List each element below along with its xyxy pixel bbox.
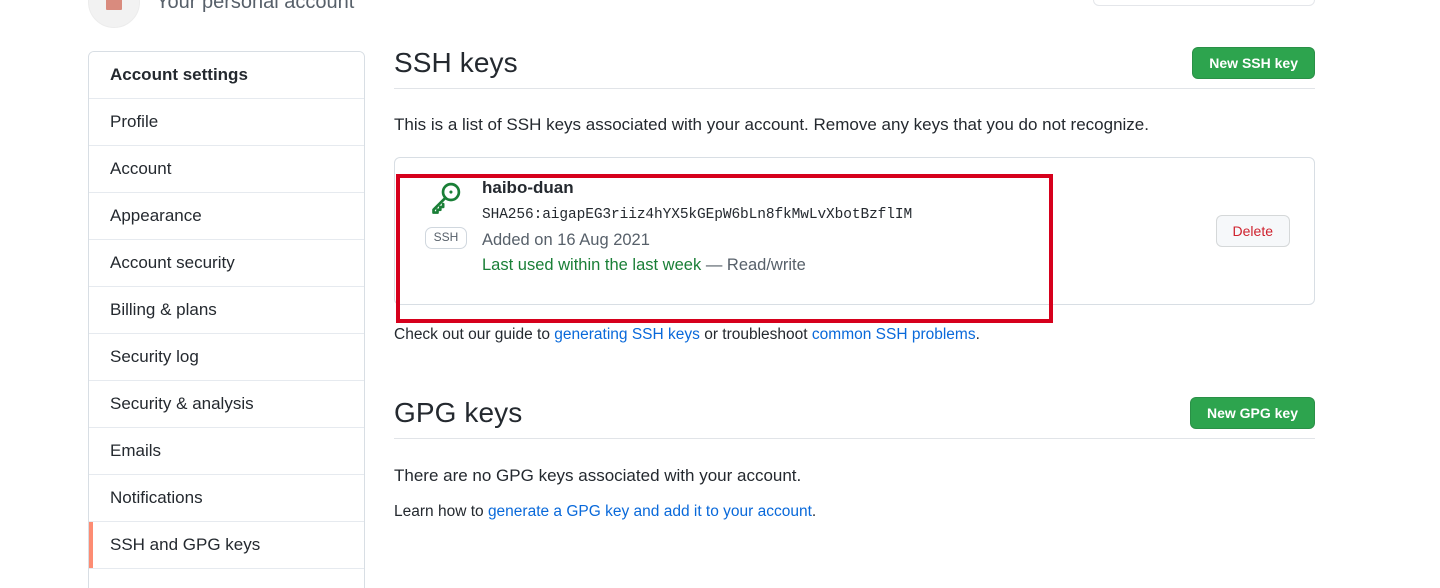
avatar-mark-icon (106, 0, 122, 10)
settings-sidebar: Account settings Profile Account Appearance… (88, 51, 365, 588)
new-ssh-key-button[interactable]: New SSH key (1192, 47, 1315, 79)
ssh-key-type-badge: SSH (424, 227, 468, 249)
sidebar-item-label: Profile (110, 112, 159, 131)
sidebar-item-security-analysis[interactable]: Security & analysis (89, 381, 364, 428)
sidebar-item-appearance[interactable]: Appearance (89, 193, 364, 240)
ssh-guide-prefix: Check out our guide to (394, 326, 555, 343)
generate-gpg-key-link[interactable]: generate a GPG key and add it to your ac… (488, 503, 812, 520)
ssh-guide-line: Check out our guide to generating SSH ke… (394, 326, 1315, 344)
ssh-key-title: haibo-duan (482, 178, 574, 197)
settings-page: Your personal account Account settings Pr… (0, 0, 1440, 588)
top-right-control[interactable] (1093, 0, 1315, 6)
sidebar-item-label: SSH and GPG keys (110, 535, 261, 554)
account-header: Your personal account (88, 0, 354, 28)
ssh-key-last-used-text: Last used within the last week (482, 255, 702, 274)
ssh-guide-suffix: . (975, 326, 980, 343)
ssh-keys-description: This is a list of SSH keys associated wi… (394, 115, 1149, 134)
user-avatar[interactable] (88, 0, 140, 28)
sidebar-item-account-settings: Account settings (89, 52, 364, 99)
gpg-keys-title: GPG keys (394, 397, 523, 428)
main-content: SSH keys New SSH key This is a list of S… (394, 47, 1315, 537)
sidebar-item-label: Security & analysis (110, 394, 254, 413)
ssh-guide-middle: or troubleshoot (699, 326, 812, 343)
gpg-empty-message: There are no GPG keys associated with yo… (394, 466, 802, 485)
sidebar-item-account[interactable]: Account (89, 146, 364, 193)
sidebar-item-emails[interactable]: Emails (89, 428, 364, 475)
ssh-key-card: SSH haibo-duan SHA256:aigapEG3riiz4hYX5k… (394, 157, 1315, 305)
sidebar-item-profile[interactable]: Profile (89, 99, 364, 146)
common-ssh-problems-link[interactable]: common SSH problems (812, 326, 976, 343)
account-subtitle: Your personal account (156, 0, 355, 13)
sidebar-item-account-security[interactable]: Account security (89, 240, 364, 287)
ssh-key-icon-group: SSH (415, 176, 477, 249)
sidebar-item-label: Security log (110, 347, 199, 366)
sidebar-item-billing-plans[interactable]: Billing & plans (89, 287, 364, 334)
gpg-keys-section-header: GPG keys New GPG key (394, 397, 1315, 439)
gpg-learn-suffix: . (811, 503, 817, 520)
ssh-key-added-date: Added on 16 Aug 2021 (482, 230, 650, 249)
key-icon (429, 180, 463, 219)
ssh-key-access-level: — Read/write (705, 255, 806, 274)
sidebar-item-label: Billing & plans (110, 300, 217, 319)
gpg-learn-prefix: Learn how to (394, 503, 488, 520)
sidebar-item-label: Account (110, 159, 172, 178)
sidebar-item-label: Emails (110, 441, 162, 460)
ssh-keys-title: SSH keys (394, 47, 518, 78)
sidebar-item-label: Account settings (110, 65, 248, 84)
sidebar-item-label: Notifications (110, 488, 203, 507)
ssh-key-details: haibo-duan SHA256:aigapEG3riiz4hYX5kGEpW… (477, 176, 1216, 275)
sidebar-item-ssh-and-gpg-keys[interactable]: SSH and GPG keys (89, 522, 364, 569)
ssh-key-fingerprint: SHA256:aigapEG3riiz4hYX5kGEpW6bLn8fkMwLv… (482, 206, 913, 223)
gpg-keys-section: GPG keys New GPG key There are no GPG ke… (394, 397, 1315, 521)
gpg-learn-line: Learn how to generate a GPG key and add … (394, 503, 1315, 521)
sidebar-item-security-log[interactable]: Security log (89, 334, 364, 381)
sidebar-item-notifications[interactable]: Notifications (89, 475, 364, 522)
sidebar-item-partial[interactable] (89, 569, 364, 588)
sidebar-item-label: Account security (110, 253, 235, 272)
ssh-keys-section-header: SSH keys New SSH key (394, 47, 1315, 89)
sidebar-item-label: Appearance (110, 206, 202, 225)
new-gpg-key-button[interactable]: New GPG key (1189, 397, 1315, 429)
generating-ssh-keys-link[interactable]: generating SSH keys (554, 326, 700, 343)
ssh-key-last-used: Last used within the last week — Read/wr… (482, 256, 1216, 275)
delete-ssh-key-button[interactable]: Delete (1215, 215, 1290, 247)
